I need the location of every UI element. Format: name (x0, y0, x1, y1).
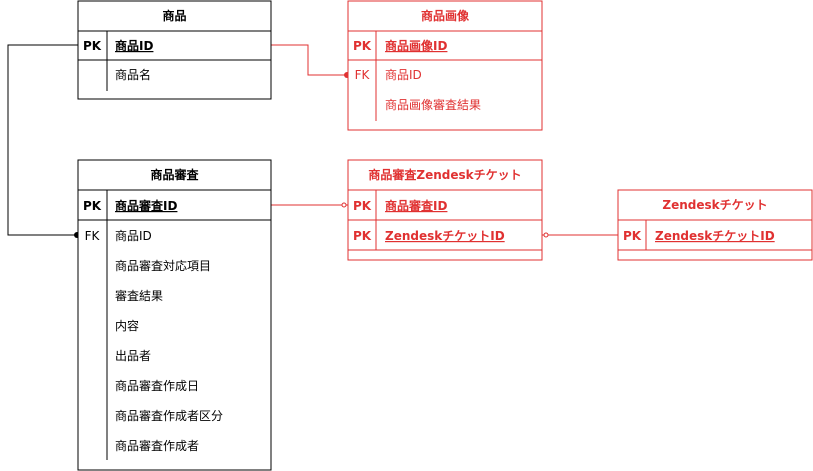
column-name: 審査結果 (115, 288, 163, 303)
column-name: 商品ID (115, 38, 153, 53)
entity-product[interactable]: 商品 PK 商品ID 商品名 (77, 0, 272, 100)
entity-review-zendesk-ticket[interactable]: 商品審査Zendeskチケット PK 商品審査ID PK Zendeskチケット… (347, 159, 543, 261)
column-name: 商品画像ID (385, 38, 447, 53)
column-name: 内容 (115, 318, 139, 333)
key-label: PK (83, 39, 102, 53)
key-label: PK (623, 229, 642, 243)
column-name: ZendeskチケットID (385, 229, 505, 243)
column-name: 商品審査作成者区分 (115, 408, 223, 423)
column-name: 商品ID (115, 228, 152, 243)
entity-title: 商品 (162, 8, 186, 23)
connector-product-to-product-review (7, 44, 78, 236)
er-diagram: 商品 PK 商品ID 商品名 商品画像 PK 商品画像ID FK 商品ID 商品… (7, 0, 813, 471)
key-label: PK (353, 39, 372, 53)
column-name: 商品審査対応項目 (115, 258, 211, 273)
entity-title: 商品審査Zendeskチケット (368, 167, 521, 182)
entity-zendesk-ticket[interactable]: Zendeskチケット PK ZendeskチケットID (617, 189, 813, 261)
entity-product-image[interactable]: 商品画像 PK 商品画像ID FK 商品ID 商品画像審査結果 (347, 0, 543, 131)
column-name: 商品画像審査結果 (385, 97, 481, 112)
column-name: 商品審査ID (385, 198, 447, 213)
column-name: 商品審査ID (115, 198, 177, 213)
connector-end-hollow (341, 202, 347, 208)
column-name: 商品審査作成日 (115, 378, 199, 393)
key-label: PK (83, 199, 102, 213)
connector-end-hollow (543, 232, 549, 238)
column-name: ZendeskチケットID (655, 229, 775, 243)
column-name: 商品ID (385, 67, 422, 82)
key-label: PK (353, 199, 372, 213)
connector-product-to-product-image (271, 44, 348, 76)
key-label: FK (355, 68, 371, 82)
entity-title: 商品審査 (150, 167, 199, 182)
column-name: 商品審査作成者 (115, 438, 199, 453)
entity-title: Zendeskチケット (662, 198, 767, 212)
key-label: PK (353, 229, 372, 243)
entity-product-review[interactable]: 商品審査 PK 商品審査ID FK 商品ID 商品審査対応項目 審査結果 内容 … (77, 159, 272, 471)
key-label: FK (85, 229, 101, 243)
entity-title: 商品画像 (421, 8, 470, 23)
column-name: 商品名 (115, 67, 151, 82)
column-name: 出品者 (115, 349, 151, 363)
